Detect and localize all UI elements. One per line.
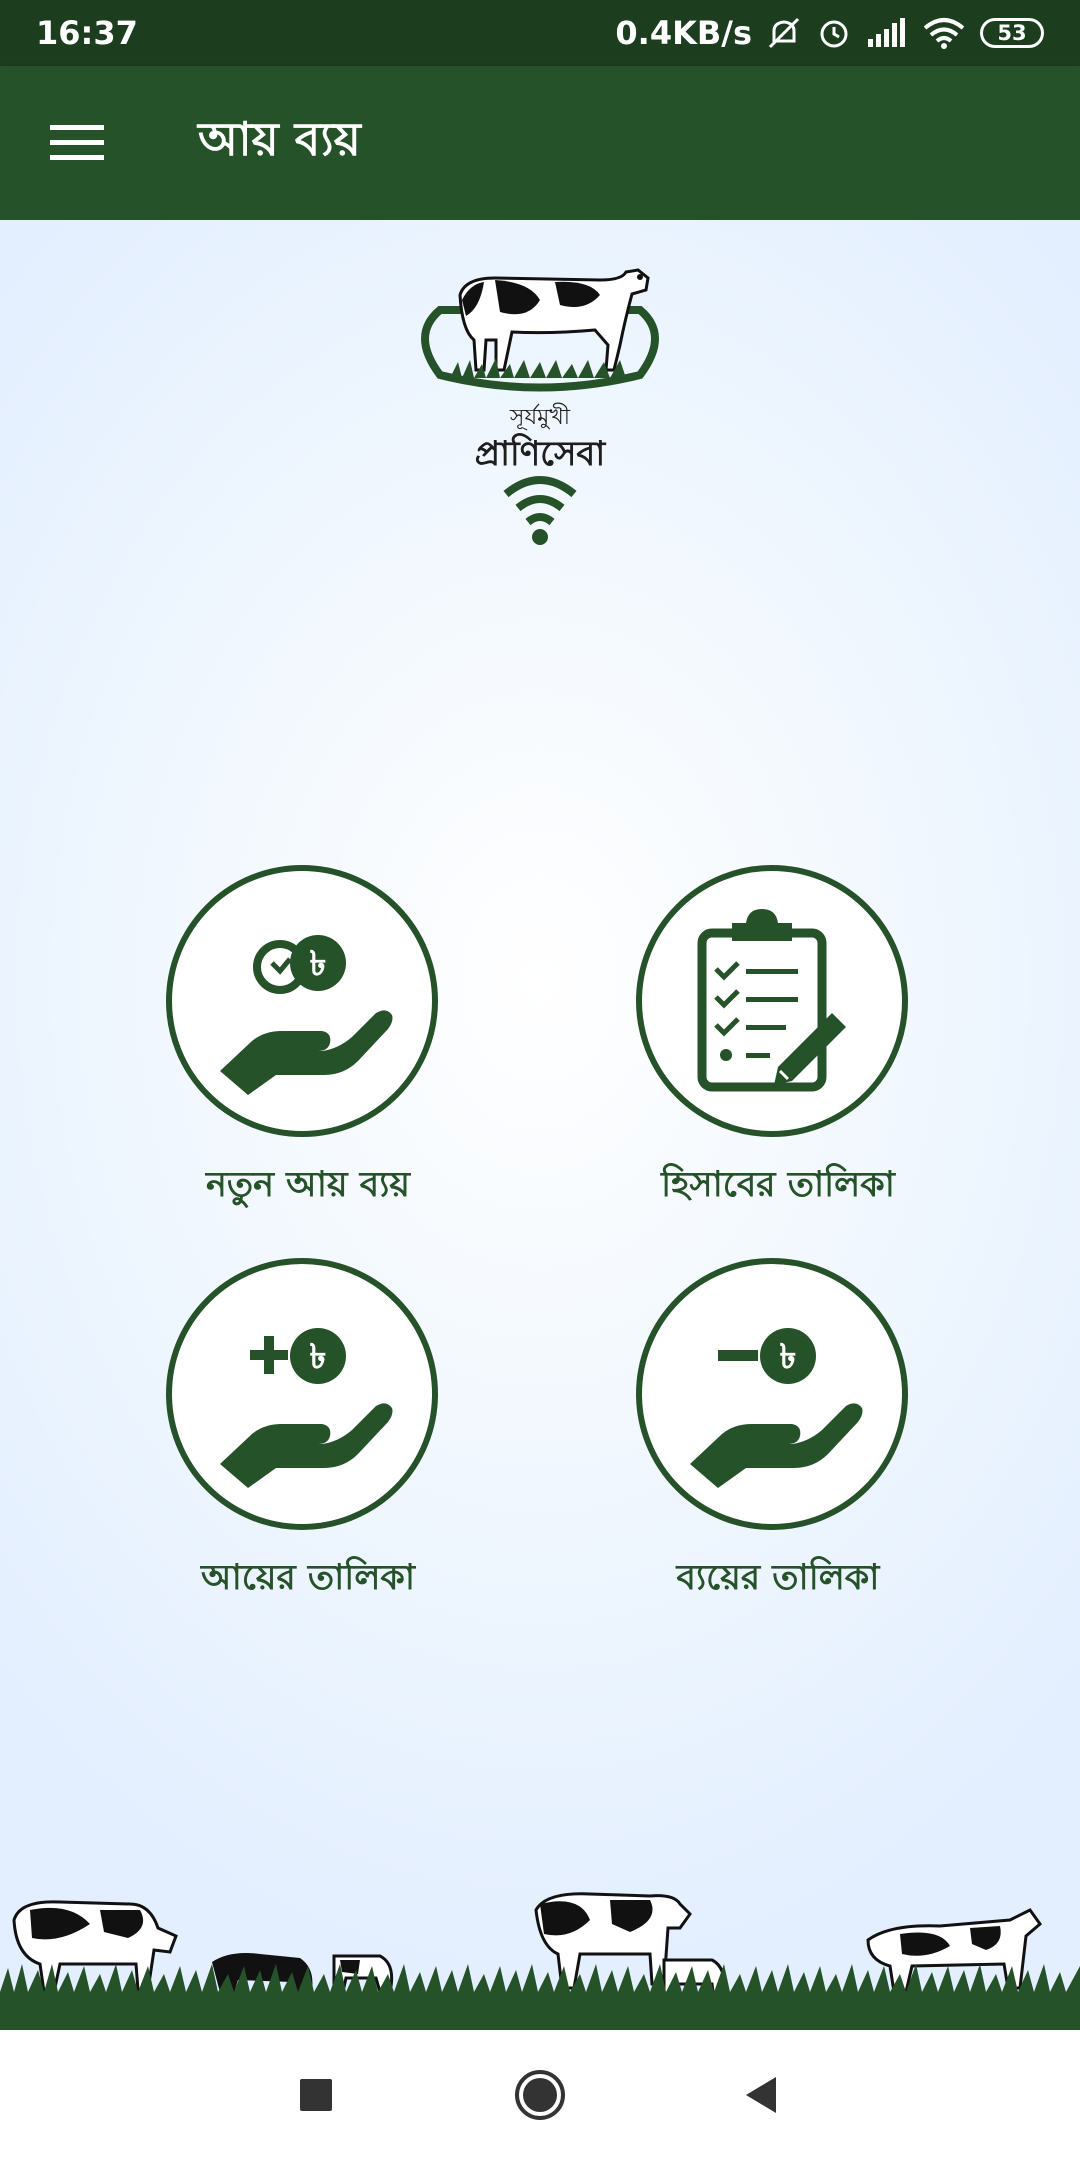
status-time: 16:37 [36, 14, 138, 52]
app-bar: আয় ব্যয় [0, 66, 1080, 220]
alarm-icon [820, 20, 848, 48]
income-list-button[interactable]: ৳ আয়ের তালিকা [138, 1258, 478, 1618]
back-triangle-icon [746, 2077, 776, 2113]
grazing-cows-footer-image [0, 1892, 1080, 2030]
recents-square-icon [300, 2079, 332, 2111]
expense-minus-icon: ৳ [690, 1328, 863, 1488]
svg-text:৳: ৳ [310, 944, 327, 984]
app-logo: সূর্যমুখী প্রাণিসেবা [400, 250, 680, 550]
back-button[interactable] [726, 2060, 796, 2130]
tile-label: নতুন আয় ব্যয় [205, 1165, 411, 1205]
home-button[interactable] [505, 2060, 575, 2130]
network-speed: 0.4KB/s [615, 14, 752, 52]
tile-label: হিসাবের তালিকা [661, 1165, 895, 1205]
tile-circle: ৳ [166, 865, 438, 1137]
mute-icon [768, 17, 800, 49]
expense-list-button[interactable]: ৳ ব্যয়ের তালিকা [608, 1258, 948, 1618]
status-bar: 16:37 0.4KB/s 53 [0, 0, 1080, 66]
main-content: সূর্যমুখী প্রাণিসেবা ৳ নতুন আয় ব্যয় হি… [0, 220, 1080, 2030]
new-income-expense-button[interactable]: ৳ নতুন আয় ব্যয় [138, 865, 478, 1225]
cow-logo-icon [421, 268, 659, 392]
menu-button[interactable] [22, 88, 132, 198]
income-plus-icon: ৳ [220, 1328, 393, 1488]
home-circle-icon [515, 2070, 565, 2120]
tile-circle [636, 865, 908, 1137]
tile-circle: ৳ [166, 1258, 438, 1530]
tile-label: ব্যয়ের তালিকা [676, 1558, 880, 1598]
tile-circle: ৳ [636, 1258, 908, 1530]
wifi-icon [923, 18, 965, 49]
accounts-list-button[interactable]: হিসাবের তালিকা [608, 865, 948, 1225]
page-title: আয় ব্যয় [198, 112, 361, 166]
recents-button[interactable] [281, 2060, 351, 2130]
battery-icon: 53 [980, 18, 1044, 48]
tile-label: আয়ের তালিকা [200, 1558, 416, 1598]
svg-text:৳: ৳ [310, 1337, 327, 1377]
wifi-signal-logo-icon [503, 476, 577, 545]
svg-text:৳: ৳ [780, 1337, 797, 1377]
clipboard-checklist-icon [697, 909, 846, 1092]
status-icons: 0.4KB/s 53 [615, 14, 1044, 52]
hamburger-menu-icon [50, 125, 104, 160]
signal-icon [868, 18, 905, 47]
new-income-expense-icon: ৳ [220, 935, 393, 1095]
system-nav-bar [0, 2030, 1080, 2160]
